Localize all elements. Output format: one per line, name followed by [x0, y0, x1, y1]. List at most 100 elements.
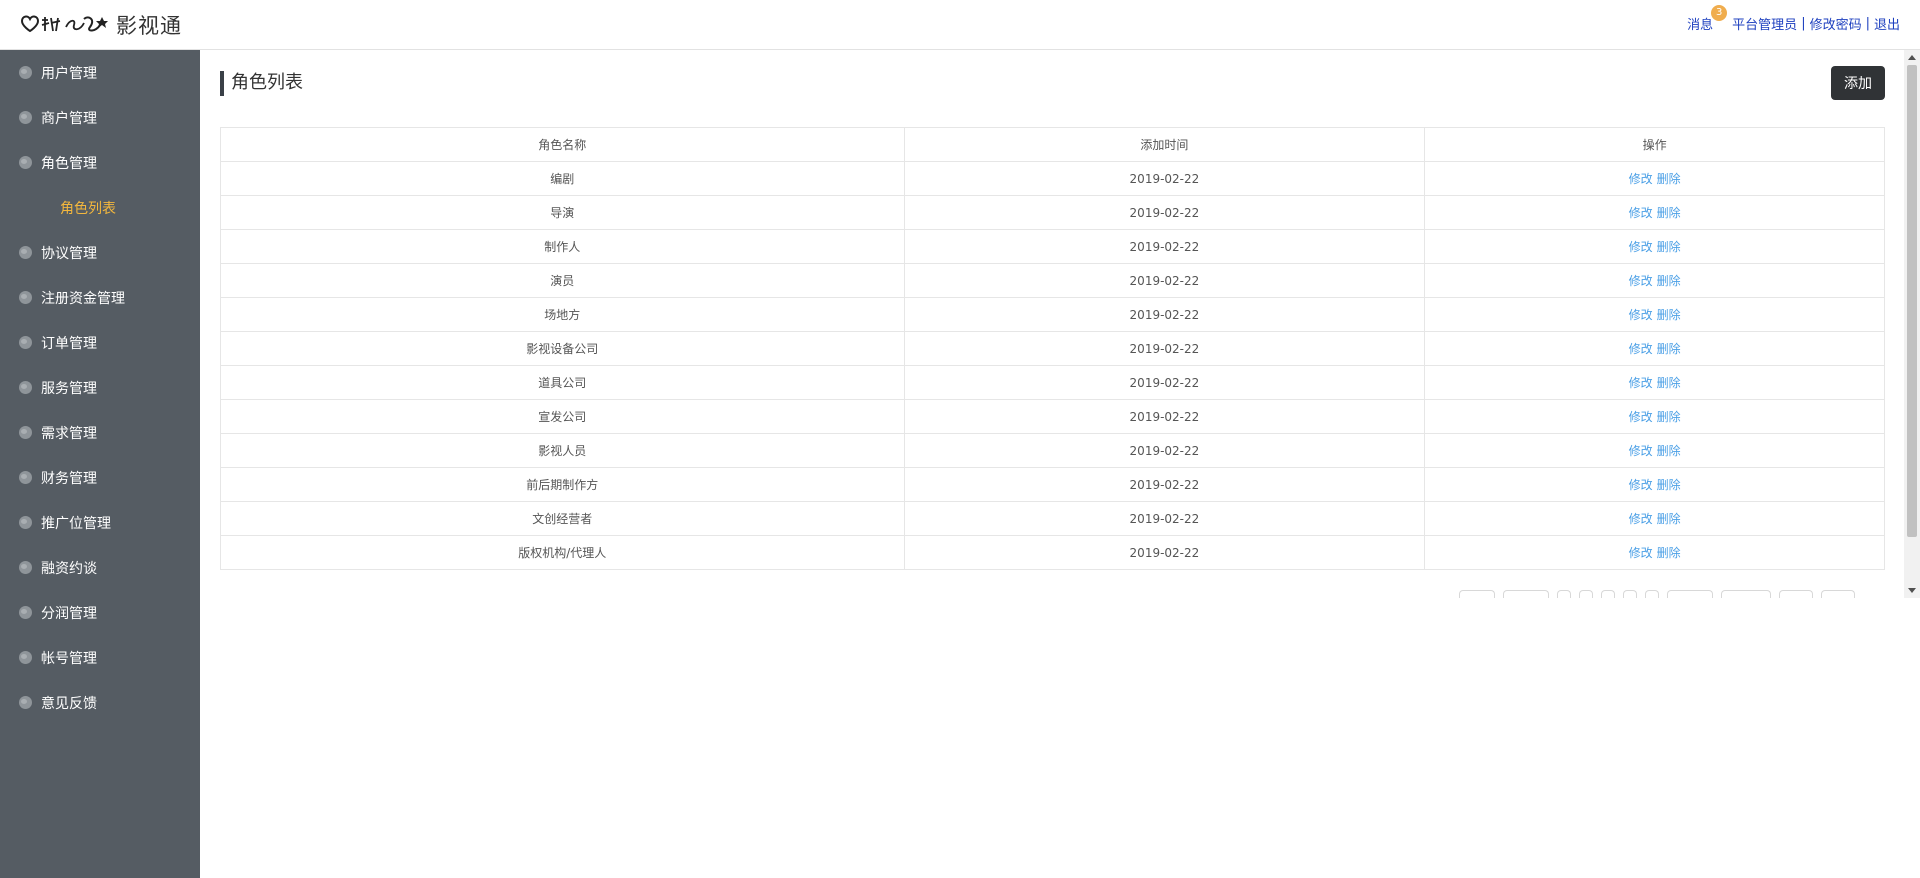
pagination	[1459, 590, 1863, 598]
role-name-cell: 版权机构/代理人	[220, 535, 905, 570]
role-name-cell: 导演	[220, 195, 905, 230]
scroll-thumb[interactable]	[1907, 65, 1917, 537]
edit-link[interactable]: 修改	[1629, 410, 1653, 424]
pagination-button[interactable]	[1721, 590, 1771, 598]
role-name-cell: 制作人	[220, 229, 905, 264]
sidebar-item-roles[interactable]: 角色管理	[0, 140, 200, 185]
messages-link-wrap: 消息 3	[1687, 5, 1728, 33]
edit-link[interactable]: 修改	[1629, 308, 1653, 322]
add-button[interactable]: 添加	[1831, 66, 1885, 100]
role-name-cell: 影视人员	[220, 433, 905, 468]
edit-link[interactable]: 修改	[1629, 274, 1653, 288]
sidebar-item-orders[interactable]: 订单管理	[0, 320, 200, 365]
table-row: 宣发公司 2019-02-22 修改 删除	[220, 399, 1885, 434]
sidebar-item-registered-capital[interactable]: 注册资金管理	[0, 275, 200, 320]
globe-icon	[19, 291, 32, 304]
actions-cell: 修改 删除	[1424, 161, 1885, 196]
edit-link[interactable]: 修改	[1629, 206, 1653, 220]
sidebar-item-merchants[interactable]: 商户管理	[0, 95, 200, 140]
column-header-role-name: 角色名称	[220, 127, 905, 162]
brand-name: 影视通	[116, 14, 182, 38]
globe-icon	[19, 606, 32, 619]
edit-link[interactable]: 修改	[1629, 478, 1653, 492]
delete-link[interactable]: 删除	[1657, 512, 1681, 526]
sidebar-item-profit-sharing[interactable]: 分润管理	[0, 590, 200, 635]
actions-cell: 修改 删除	[1424, 331, 1885, 366]
sidebar-item-accounts[interactable]: 帐号管理	[0, 635, 200, 680]
added-time-cell: 2019-02-22	[903, 535, 1426, 570]
table-row: 场地方 2019-02-22 修改 删除	[220, 297, 1885, 332]
table-row: 影视人员 2019-02-22 修改 删除	[220, 433, 1885, 468]
sidebar-subitem-role-list[interactable]: 角色列表	[0, 185, 200, 230]
heart-logo-icon	[20, 15, 108, 33]
delete-link[interactable]: 删除	[1657, 308, 1681, 322]
scroll-up-icon[interactable]	[1908, 55, 1916, 60]
sidebar-item-finance[interactable]: 财务管理	[0, 455, 200, 500]
globe-icon	[19, 561, 32, 574]
edit-link[interactable]: 修改	[1629, 444, 1653, 458]
sidebar-subitem-label: 角色列表	[60, 200, 116, 217]
messages-link[interactable]: 消息	[1687, 18, 1713, 33]
messages-badge: 3	[1711, 5, 1728, 21]
table-row: 导演 2019-02-22 修改 删除	[220, 195, 1885, 230]
globe-icon	[19, 426, 32, 439]
delete-link[interactable]: 删除	[1657, 274, 1681, 288]
sidebar-item-promotion[interactable]: 推广位管理	[0, 500, 200, 545]
brand-logo[interactable]: 影视通	[18, 11, 182, 39]
vertical-scrollbar[interactable]	[1904, 50, 1920, 598]
edit-link[interactable]: 修改	[1629, 172, 1653, 186]
pagination-button[interactable]	[1779, 590, 1813, 598]
edit-link[interactable]: 修改	[1629, 546, 1653, 560]
edit-link[interactable]: 修改	[1629, 376, 1653, 390]
added-time-cell: 2019-02-22	[903, 229, 1426, 264]
change-password-link[interactable]: 修改密码	[1810, 14, 1862, 33]
sidebar-item-label: 推广位管理	[41, 515, 111, 532]
added-time-cell: 2019-02-22	[903, 433, 1426, 468]
added-time-cell: 2019-02-22	[903, 263, 1426, 298]
delete-link[interactable]: 删除	[1657, 172, 1681, 186]
table-row: 版权机构/代理人 2019-02-22 修改 删除	[220, 535, 1885, 570]
edit-link[interactable]: 修改	[1629, 342, 1653, 356]
sidebar-item-agreements[interactable]: 协议管理	[0, 230, 200, 275]
edit-link[interactable]: 修改	[1629, 512, 1653, 526]
top-nav: 消息 3 平台管理员 | 修改密码 | 退出	[1687, 5, 1900, 33]
pagination-button[interactable]	[1667, 590, 1713, 598]
table-row: 道具公司 2019-02-22 修改 删除	[220, 365, 1885, 400]
delete-link[interactable]: 删除	[1657, 546, 1681, 560]
pagination-button[interactable]	[1601, 590, 1615, 598]
delete-link[interactable]: 删除	[1657, 478, 1681, 492]
sidebar-item-services[interactable]: 服务管理	[0, 365, 200, 410]
edit-link[interactable]: 修改	[1629, 240, 1653, 254]
scroll-down-icon[interactable]	[1908, 588, 1916, 593]
sidebar-item-demands[interactable]: 需求管理	[0, 410, 200, 455]
added-time-cell: 2019-02-22	[903, 195, 1426, 230]
role-name-cell: 宣发公司	[220, 399, 905, 434]
logout-link[interactable]: 退出	[1874, 14, 1900, 33]
role-link[interactable]: 平台管理员	[1732, 14, 1797, 33]
pagination-button[interactable]	[1579, 590, 1593, 598]
delete-link[interactable]: 删除	[1657, 206, 1681, 220]
globe-icon	[19, 696, 32, 709]
delete-link[interactable]: 删除	[1657, 410, 1681, 424]
delete-link[interactable]: 删除	[1657, 342, 1681, 356]
delete-link[interactable]: 删除	[1657, 376, 1681, 390]
sidebar-item-financing[interactable]: 融资约谈	[0, 545, 200, 590]
pagination-button[interactable]	[1459, 590, 1495, 598]
delete-link[interactable]: 删除	[1657, 240, 1681, 254]
delete-link[interactable]: 删除	[1657, 444, 1681, 458]
sidebar-item-label: 商户管理	[41, 110, 97, 127]
sidebar-item-label: 意见反馈	[41, 695, 97, 712]
pagination-button[interactable]	[1557, 590, 1571, 598]
pagination-button[interactable]	[1821, 590, 1855, 598]
table-body: 编剧 2019-02-22 修改 删除 导演 2019-02-22 修改 删除 制作人 2019-…	[220, 161, 1885, 570]
sidebar-item-feedback[interactable]: 意见反馈	[0, 680, 200, 725]
actions-cell: 修改 删除	[1424, 535, 1885, 570]
nav-separator: |	[1801, 16, 1806, 31]
globe-icon	[19, 471, 32, 484]
pagination-button[interactable]	[1503, 590, 1549, 598]
pagination-button[interactable]	[1623, 590, 1637, 598]
globe-icon	[19, 651, 32, 664]
pagination-button[interactable]	[1645, 590, 1659, 598]
sidebar-item-users[interactable]: 用户管理	[0, 50, 200, 95]
added-time-cell: 2019-02-22	[903, 161, 1426, 196]
